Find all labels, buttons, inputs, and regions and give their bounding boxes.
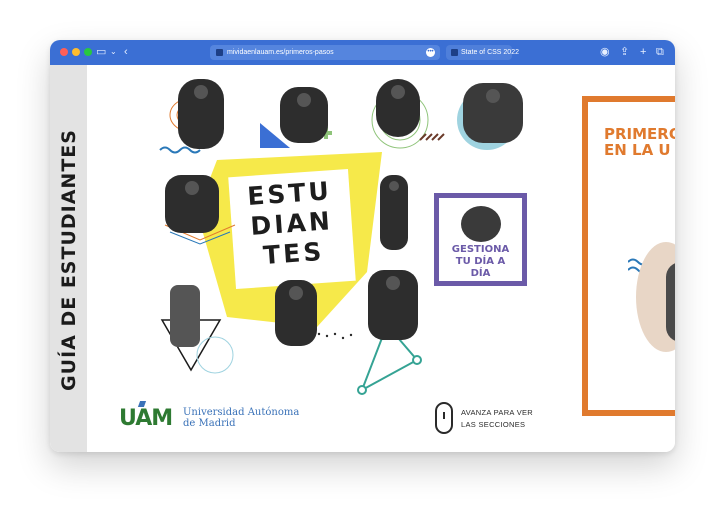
gestiona-line-1: GESTIONA (451, 244, 510, 255)
student-photo (376, 79, 420, 137)
sidebar-title: GUÍA DE ESTUDIANTES (58, 129, 80, 391)
site-favicon-icon (216, 49, 223, 56)
chevron-down-icon[interactable]: ⌄ (110, 44, 117, 60)
primeros-line-2: EN LA U (604, 141, 671, 159)
university-line-1: Universidad Autónoma (183, 407, 300, 418)
privacy-icon[interactable]: ◉ (600, 44, 610, 60)
gestiona-line-3: DÍA (470, 268, 491, 279)
back-icon[interactable]: ‹ (124, 44, 128, 60)
zoom-window-button[interactable] (84, 48, 92, 56)
address-url: mividaenlauam.es/primeros-pasos (227, 49, 334, 56)
student-photo (666, 262, 675, 342)
students-pair-photo (463, 83, 523, 143)
statue-photo (170, 285, 200, 347)
page-content: GUÍA DE ESTUDIANTES ESTU DIAN TES GESTIO… (50, 65, 675, 452)
tab-label: State of CSS 2022 (461, 49, 519, 56)
student-reading-photo (368, 270, 418, 340)
scroll-hint-line-2: LAS SECCIONES (461, 420, 526, 429)
tab-state-of-css[interactable]: State of CSS 2022 (446, 45, 519, 60)
gestiona-photo (461, 206, 501, 242)
address-bar[interactable]: mividaenlauam.es/primeros-pasos ••• (210, 45, 440, 60)
primeros-title: PRIMERO EN LA U (604, 126, 675, 158)
student-photo (165, 175, 219, 233)
estudiantes-title: ESTU DIAN TES (229, 175, 355, 273)
scroll-hint-line-1: AVANZA PARA VER (461, 408, 534, 417)
scroll-mouse-icon (435, 402, 453, 434)
university-name: Universidad Autónoma de Madrid (183, 407, 299, 429)
tab-favicon-icon (451, 49, 458, 56)
primeros-pasos-card[interactable]: PRIMERO EN LA U (582, 96, 675, 416)
more-options-icon[interactable]: ••• (426, 48, 435, 57)
student-photo (380, 175, 408, 250)
gestiona-title: GESTIONA TU DÍA A DÍA (439, 244, 522, 280)
tab-overview-icon[interactable]: ⧉ (656, 44, 664, 60)
new-tab-icon[interactable]: + (640, 44, 646, 60)
primeros-line-1: PRIMERO (604, 125, 675, 143)
share-icon[interactable]: ⇪ (620, 44, 629, 60)
close-window-button[interactable] (60, 48, 68, 56)
estudiantes-stamp: ESTU DIAN TES (228, 168, 356, 290)
uam-logo[interactable]: UAM (119, 406, 173, 431)
student-photo (275, 280, 317, 346)
gestiona-card[interactable]: GESTIONA TU DÍA A DÍA (434, 193, 527, 286)
student-photo (178, 79, 224, 149)
student-photo (280, 87, 328, 143)
sidebar-toggle-icon[interactable]: ▭ (96, 44, 106, 60)
university-line-2: de Madrid (183, 418, 236, 429)
browser-toolbar: ▭ ⌄ ‹ mividaenlauam.es/primeros-pasos ••… (50, 40, 675, 65)
gestiona-line-2: TU DÍA A (455, 256, 506, 267)
browser-window: ▭ ⌄ ‹ mividaenlauam.es/primeros-pasos ••… (50, 40, 675, 452)
minimize-window-button[interactable] (72, 48, 80, 56)
scroll-hint: AVANZA PARA VER LAS SECCIONES (461, 407, 533, 431)
sidebar: GUÍA DE ESTUDIANTES (50, 65, 87, 452)
